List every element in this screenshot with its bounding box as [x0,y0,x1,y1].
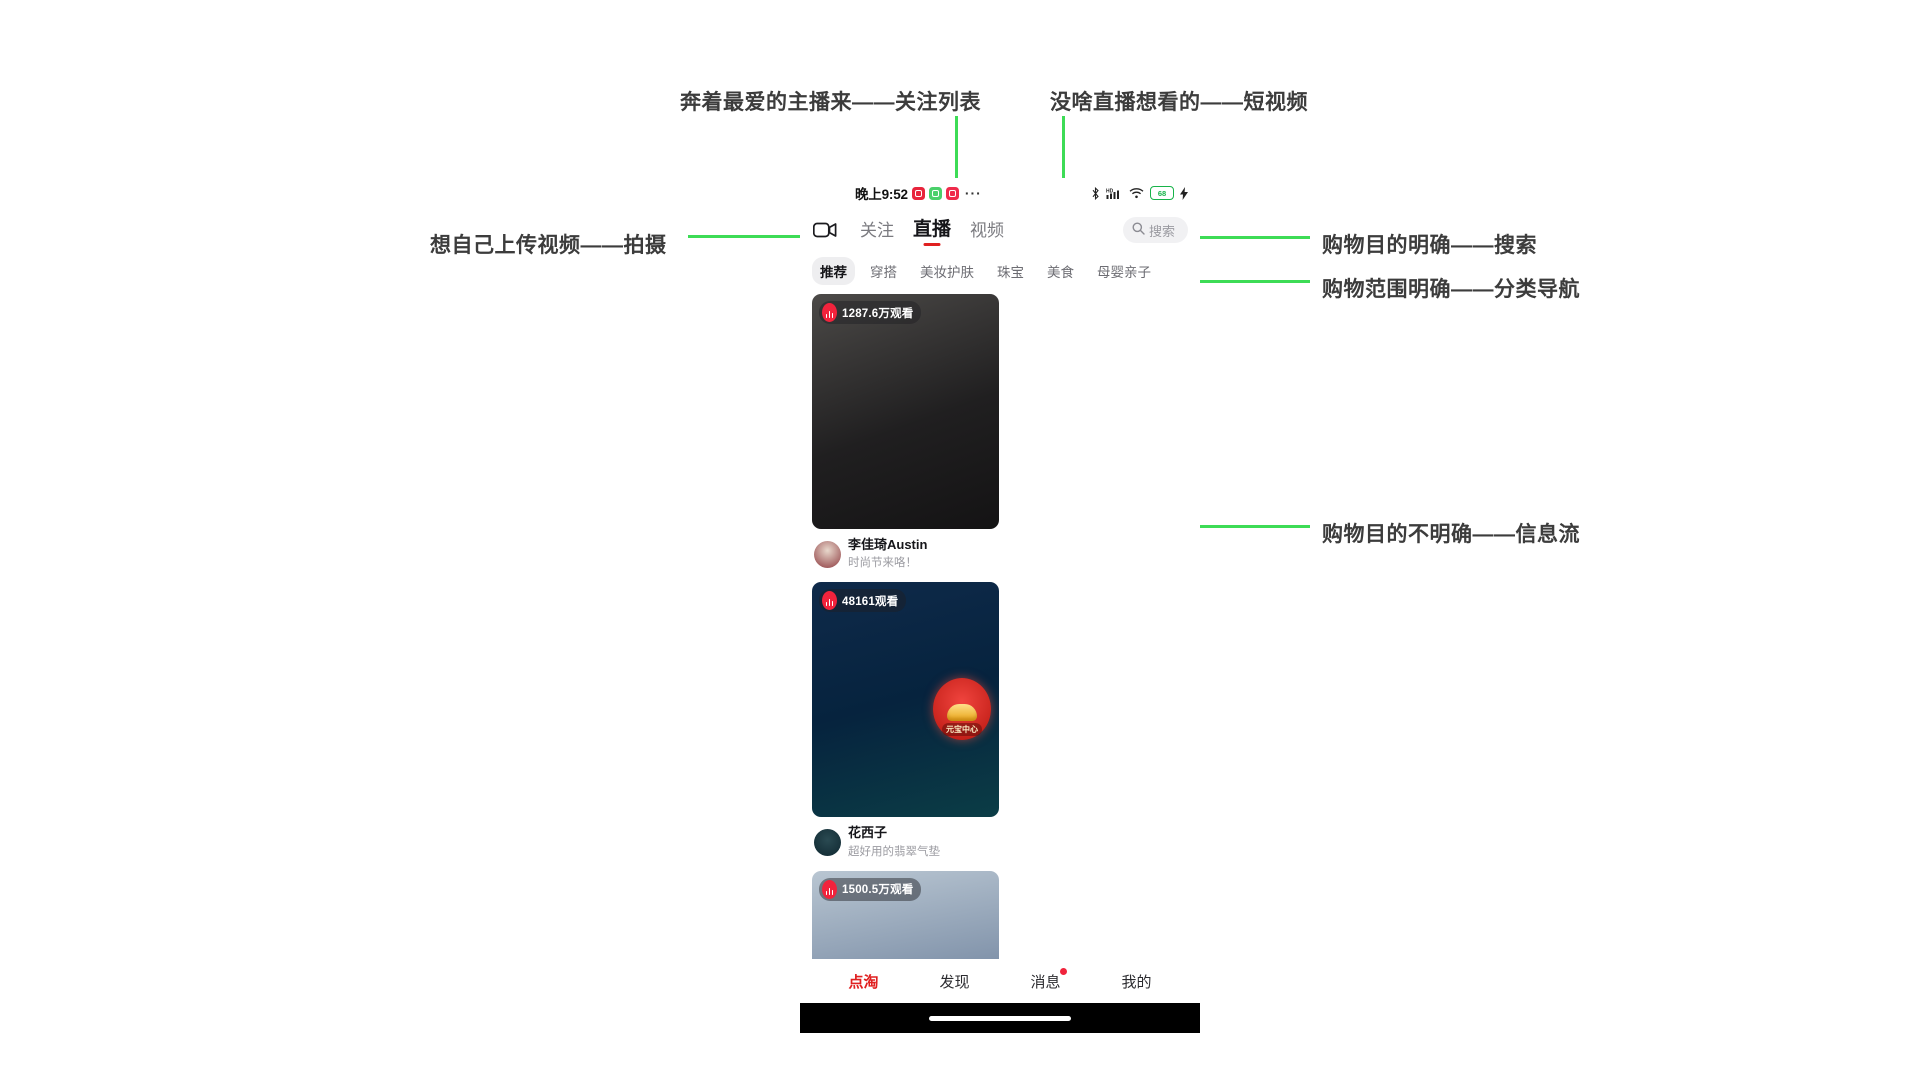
annotation-label-search: 购物目的明确——搜索 [1322,234,1537,257]
card-meta-text: 花西子 超好用的翡翠气垫 [848,825,940,859]
nav-tab-live-label: 直播 [913,219,952,240]
leader-line-feed [1185,525,1310,528]
tab-diantao[interactable]: 点淘 [848,971,878,992]
streamer-name: 花西子 [848,825,888,841]
category-chip-fashion[interactable]: 穿搭 [862,257,905,285]
status-bar-overflow: ··· [964,185,982,201]
status-bar: 晚上9:52 ··· HD 68 [800,178,1200,208]
live-bars-icon [822,591,837,611]
unread-badge-dot [1059,967,1067,975]
home-indicator-bar [800,1003,1200,1033]
top-navigation-bar: 关注 直播 视频 搜索 [800,208,1200,252]
tab-profile-label: 我的 [1121,973,1152,991]
card-meta: 花西子 超好用的翡翠气垫 [812,817,999,861]
active-tab-underline [923,243,941,246]
nav-tab-video[interactable]: 视频 [970,216,1004,246]
stream-description: 超好用的翡翠气垫 [848,845,940,858]
charging-bolt-icon [1180,186,1188,200]
tab-messages-label: 消息 [1030,973,1061,991]
viewer-count-badge: 1500.5万观看 [819,877,922,901]
category-chip-food[interactable]: 美食 [1039,257,1082,285]
phone-mockup: 晚上9:52 ··· HD 68 关注 直播 视频 搜索 推荐 穿搭 美妆护肤 … [800,178,1200,1033]
search-placeholder: 搜索 [1148,223,1175,239]
battery-level: 68 [1157,188,1167,198]
feed-card[interactable]: 1287.6万观看 李佳琦Austin 时尚节来咯！ [812,294,999,573]
battery-icon: 68 [1150,186,1174,200]
avatar [814,540,841,568]
annotation-label-camera: 想自己上传视频——拍摄 [430,234,667,257]
viewer-count-text: 1287.6万观看 [842,307,914,320]
nav-tab-live[interactable]: 直播 [913,214,951,246]
live-bars-icon [822,303,837,322]
camera-icon[interactable] [812,217,838,243]
nav-tab-follow[interactable]: 关注 [860,216,894,246]
category-nav: 推荐 穿搭 美妆护肤 珠宝 美食 母婴亲子 [800,252,1200,294]
nav-tab-follow-label: 关注 [860,221,894,240]
tab-discover[interactable]: 发现 [939,971,969,992]
card-meta: 李佳琦Austin 时尚节来咯！ [812,529,999,573]
viewer-count-text: 1500.5万观看 [842,884,914,897]
clock-app-icon [911,186,925,200]
bottom-tab-bar: 点淘 发现 消息 我的 [800,959,1200,1003]
category-chip-beauty[interactable]: 美妆护肤 [912,257,982,285]
stream-description: 时尚节来咯！ [848,557,917,570]
yuanbao-center-label: 元宝中心 [942,723,982,737]
tab-discover-label: 发现 [939,973,970,991]
viewer-count-badge: 48161观看 [819,589,907,613]
wechat-icon [928,186,942,200]
gold-ingot-icon [947,704,977,722]
viewer-count-badge: 1287.6万观看 [819,301,922,324]
annotation-label-category-nav: 购物范围明确——分类导航 [1322,278,1580,301]
card-meta-text: 李佳琦Austin 时尚节来咯！ [848,537,927,571]
tab-profile[interactable]: 我的 [1121,971,1151,992]
nav-tab-video-label: 视频 [970,221,1005,240]
status-bar-time: 晚上9:52 [855,187,908,202]
wifi-icon [1129,187,1144,199]
hd-signal-icon: HD [1106,187,1123,200]
avatar [814,829,841,857]
status-bar-left: 晚上9:52 ··· [800,183,982,203]
live-bars-icon [822,879,837,899]
yuanbao-center-badge[interactable]: 元宝中心 [933,678,991,741]
live-thumbnail[interactable]: 48161观看 元宝中心 [812,582,999,818]
annotation-label-feed: 购物目的不明确——信息流 [1322,523,1580,546]
bluetooth-icon [1091,186,1100,200]
annotated-screenshot-canvas: 奔着最爱的主播来——关注列表 没啥直播想看的——短视频 想自己上传视频——拍摄 … [0,0,1920,1080]
search-icon [1132,222,1145,238]
home-indicator[interactable] [929,1015,1071,1021]
search-input[interactable]: 搜索 [1122,217,1188,243]
alert-app-icon [945,186,959,200]
live-thumbnail[interactable]: 1287.6万观看 [812,294,999,529]
viewer-count-text: 48161观看 [842,595,899,608]
tab-messages[interactable]: 消息 [1030,967,1067,992]
annotation-label-follow-list: 奔着最爱的主播来——关注列表 [680,91,981,114]
svg-text:HD: HD [1106,188,1114,194]
category-chip-mother-baby[interactable]: 母婴亲子 [1089,257,1159,285]
live-feed-grid: 1287.6万观看 李佳琦Austin 时尚节来咯！ 48161观看 元宝中心 … [800,294,1200,1033]
annotation-label-short-video: 没啥直播想看的——短视频 [1050,91,1308,114]
streamer-name: 李佳琦Austin [848,537,928,552]
category-chip-recommend[interactable]: 推荐 [812,257,855,285]
tab-diantao-label: 点淘 [848,973,879,991]
status-bar-right: HD 68 [1091,186,1188,200]
feed-card[interactable]: 48161观看 元宝中心 花西子 超好用的翡翠气垫 [812,582,999,861]
category-chip-jewelry[interactable]: 珠宝 [989,257,1032,285]
nav-tabs: 关注 直播 视频 [860,214,1004,246]
